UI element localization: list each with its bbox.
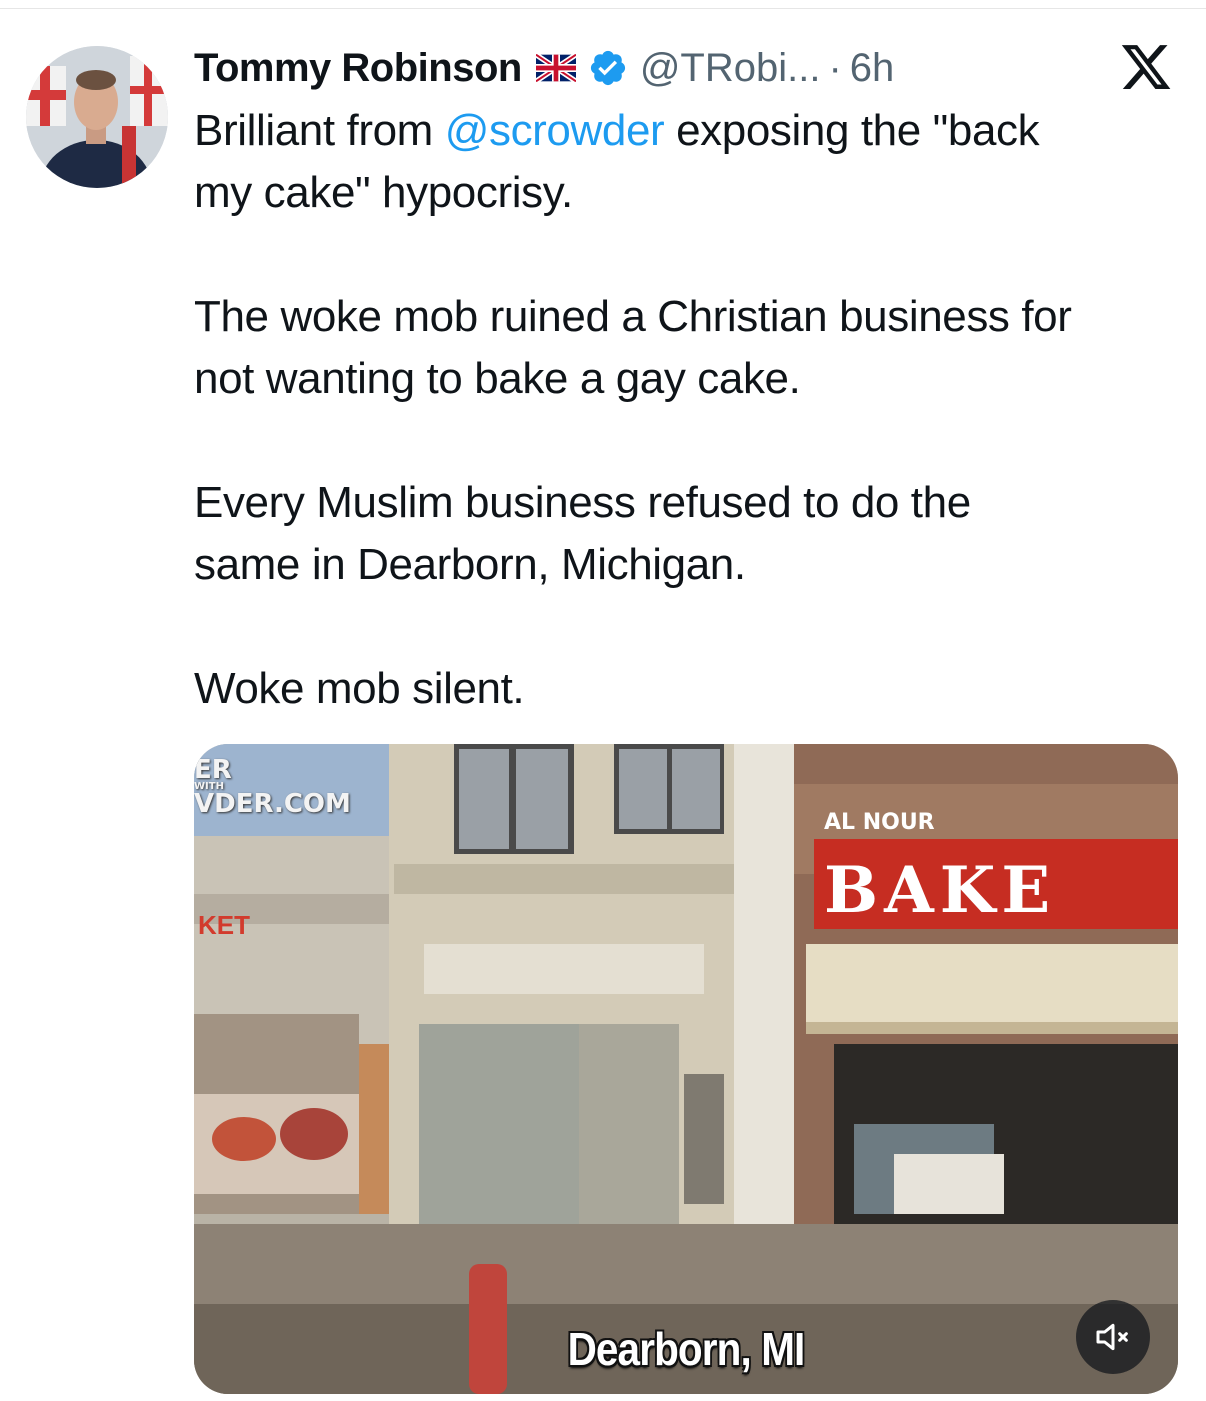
text-span: Brilliant from — [194, 106, 445, 155]
sign-left-text: KET — [198, 910, 250, 940]
mute-button[interactable] — [1076, 1300, 1150, 1374]
watermark-line: VDER.COM — [194, 789, 351, 819]
sign-small-text: AL NOUR — [824, 810, 935, 835]
text-span: exposing the "back — [664, 106, 1040, 155]
sign-large-text: BAKE — [824, 853, 1056, 928]
text-line: same in Dearborn, Michigan. — [194, 540, 746, 589]
avatar-image — [26, 46, 168, 188]
watermark-line: ER — [194, 755, 232, 785]
video-player[interactable]: AL NOUR BAKE KET ER WITH VDER.COM Dearbo… — [194, 744, 1178, 1394]
video-frame: AL NOUR BAKE KET — [194, 744, 1178, 1394]
text-line: not wanting to bake a gay cake. — [194, 354, 801, 403]
text-line: The woke mob ruined a Christian business… — [194, 292, 1072, 341]
tweet-text: Brilliant from @scrowder exposing the "b… — [194, 100, 1184, 720]
text-line: Every Muslim business refused to do the — [194, 478, 971, 527]
top-divider — [0, 8, 1206, 9]
tweet[interactable]: Tommy Robinson @TRobi... · 6h Brilliant … — [194, 36, 1184, 720]
mention-link[interactable]: @scrowder — [445, 106, 665, 155]
text-line: Brilliant from @scrowder exposing the "b… — [194, 100, 1184, 162]
uk-flag-icon — [535, 54, 576, 82]
video-watermark: ER WITH VDER.COM — [194, 755, 351, 819]
timestamp[interactable]: 6h — [850, 36, 895, 100]
text-line: my cake" hypocrisy. — [194, 168, 573, 217]
separator-dot: · — [828, 46, 842, 90]
text-line: Woke mob silent. — [194, 664, 525, 713]
x-logo-icon[interactable] — [1118, 40, 1174, 94]
video-caption: Dearborn, MI — [567, 1323, 806, 1375]
verified-badge-icon[interactable] — [588, 48, 628, 88]
handle[interactable]: @TRobi... — [640, 36, 821, 100]
speaker-muted-icon — [1096, 1323, 1128, 1351]
avatar[interactable] — [26, 46, 168, 188]
tweet-header: Tommy Robinson @TRobi... · 6h — [194, 36, 1184, 100]
display-name[interactable]: Tommy Robinson — [194, 36, 522, 100]
